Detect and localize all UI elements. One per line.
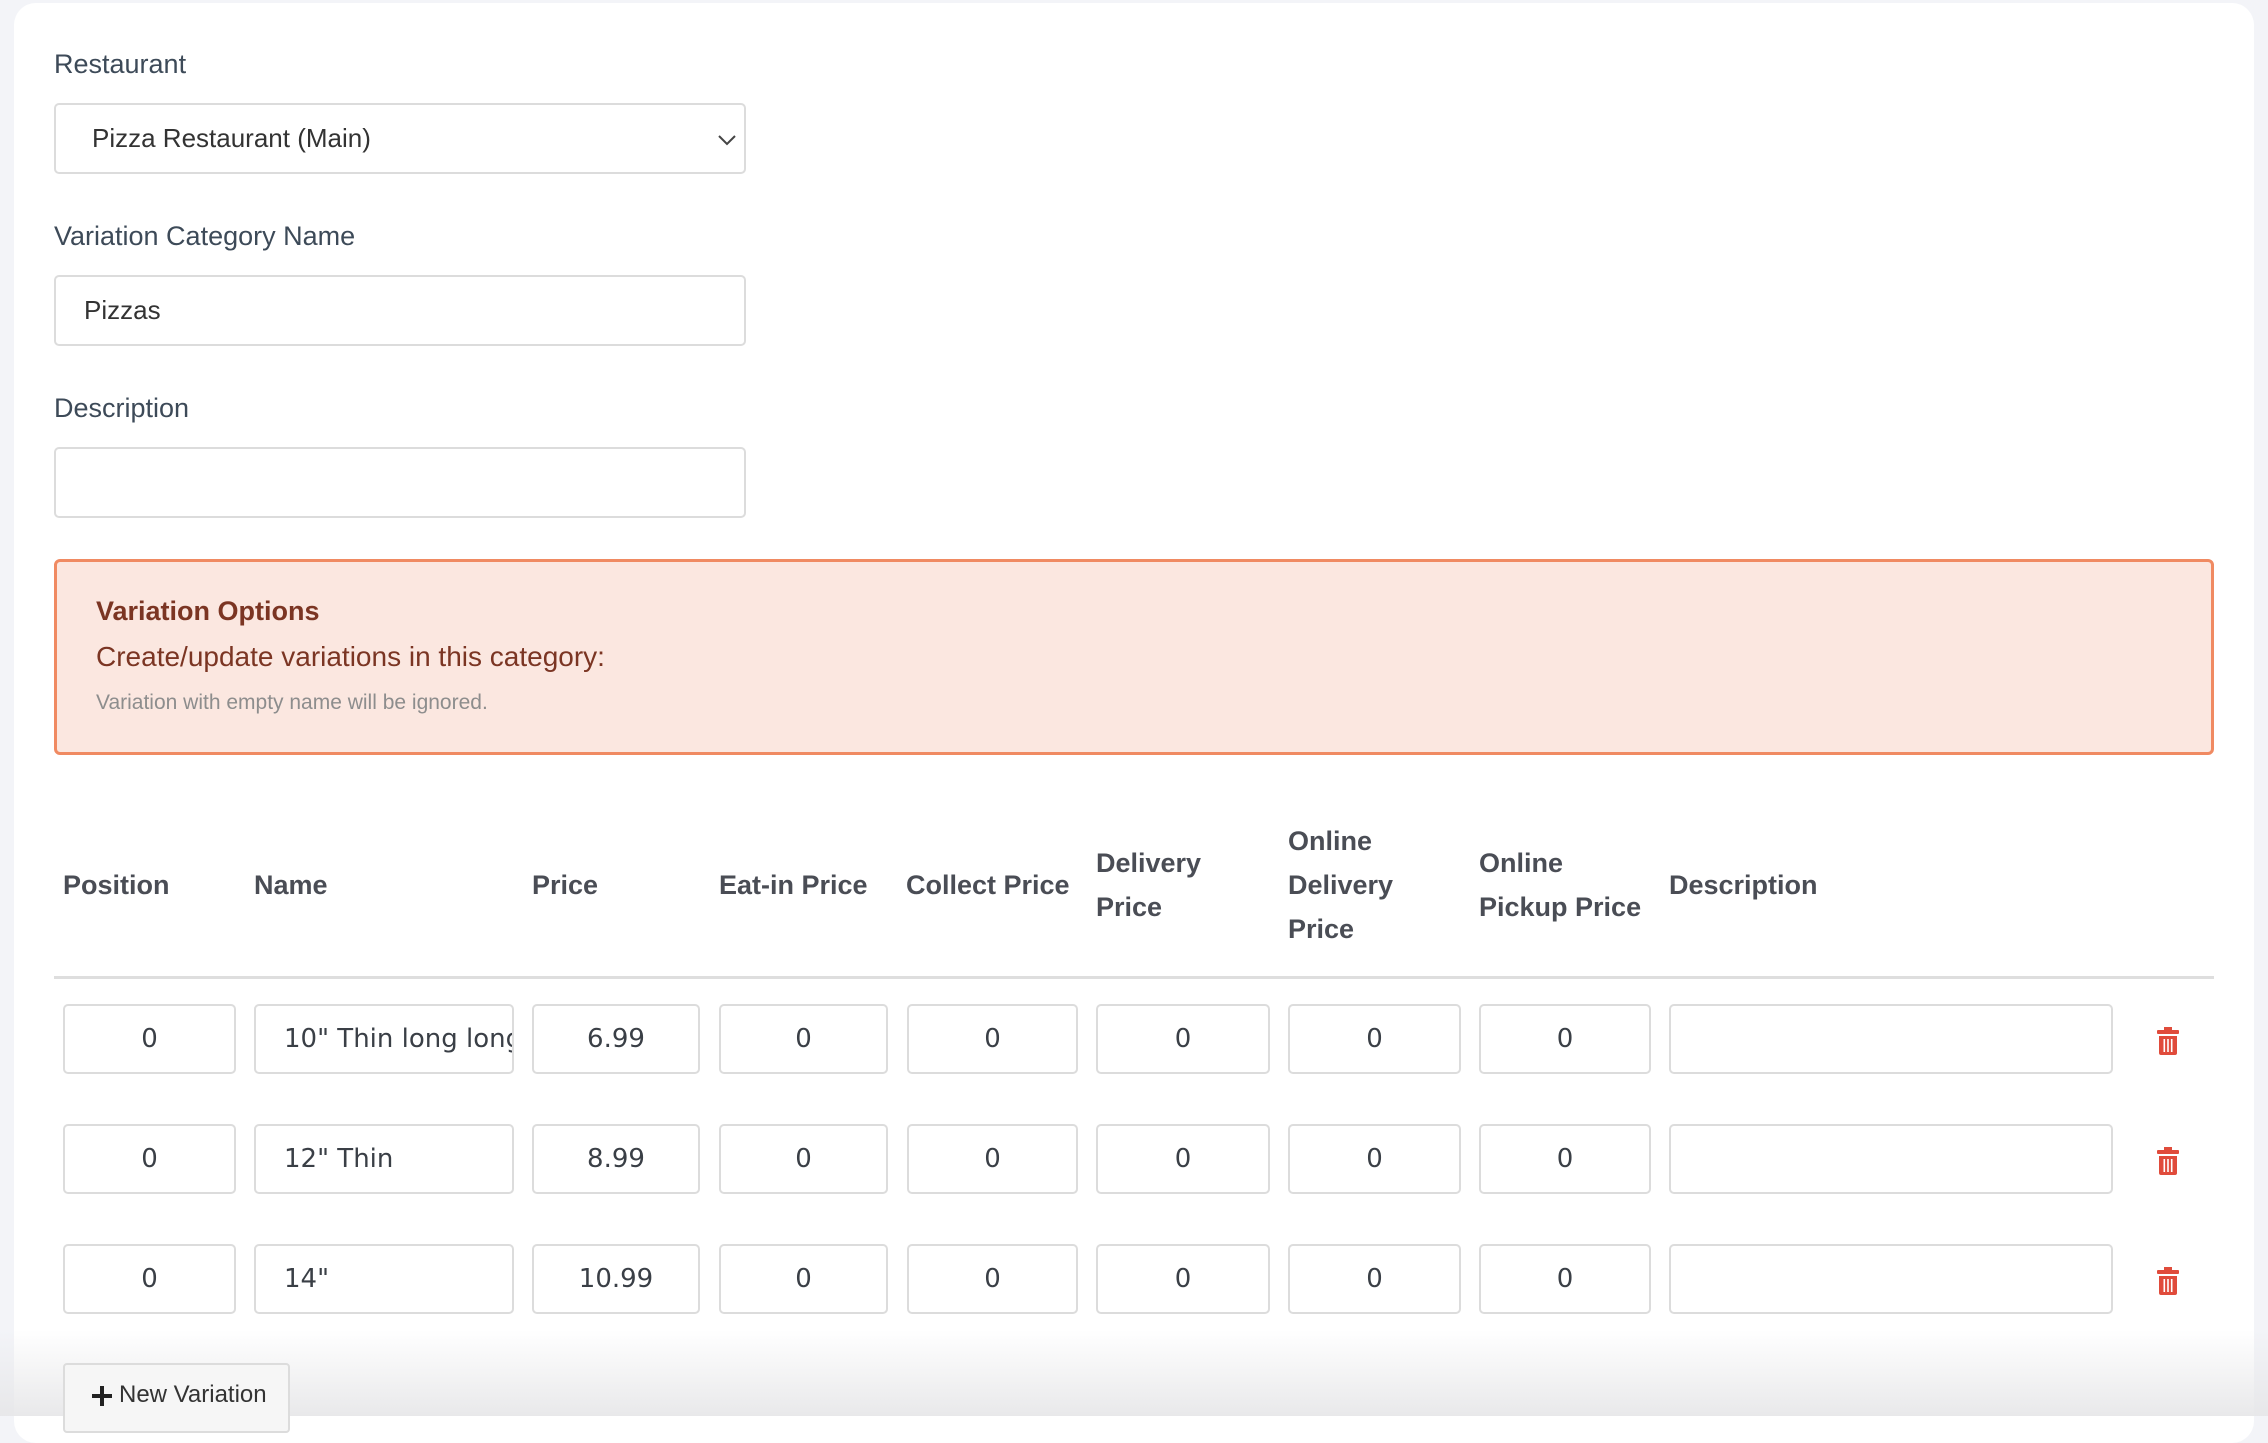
trash-icon[interactable] <box>2155 1266 2181 1296</box>
row-collect-input[interactable]: 0 <box>907 1244 1078 1314</box>
row-name-input[interactable]: 14" <box>254 1244 514 1314</box>
header-online-delivery-line1: Online <box>1288 826 1373 856</box>
header-online-pickup-price: Online Pickup Price <box>1479 841 1641 929</box>
row-online-pickup-input[interactable]: 0 <box>1479 1244 1651 1314</box>
row-price-input[interactable]: 6.99 <box>532 1004 700 1074</box>
row-collect-input[interactable]: 0 <box>907 1124 1078 1194</box>
header-eatin-price: Eat-in Price <box>719 870 868 900</box>
row-online-pickup-input[interactable]: 0 <box>1479 1124 1651 1194</box>
chevron-down-icon <box>718 135 736 146</box>
row-description-input[interactable] <box>1669 1244 2113 1314</box>
row-online-pickup-input[interactable]: 0 <box>1479 1004 1651 1074</box>
row-online-delivery-input[interactable]: 0 <box>1288 1004 1461 1074</box>
trash-icon[interactable] <box>2155 1146 2181 1176</box>
row-collect-input[interactable]: 0 <box>907 1004 1078 1074</box>
table-header-divider <box>54 976 2214 979</box>
new-variation-button[interactable]: New Variation <box>63 1363 290 1433</box>
header-online-delivery-price: Online Delivery Price <box>1288 819 1393 951</box>
category-name-input[interactable] <box>54 275 746 346</box>
row-position-input[interactable]: 0 <box>63 1004 236 1074</box>
alert-subtitle: Create/update variations in this categor… <box>96 641 605 672</box>
variation-options-alert: Variation Options Create/update variatio… <box>54 559 2214 755</box>
description-label: Description <box>54 393 190 423</box>
header-delivery-price: Delivery Price <box>1096 841 1201 929</box>
row-online-delivery-input[interactable]: 0 <box>1288 1124 1461 1194</box>
row-eatin-input[interactable]: 0 <box>719 1124 888 1194</box>
description-input[interactable] <box>54 447 746 518</box>
row-position-input[interactable]: 0 <box>63 1244 236 1314</box>
header-delivery-line2: Price <box>1096 892 1163 922</box>
header-online-pickup-line2: Pickup Price <box>1479 892 1642 922</box>
alert-title: Variation Options <box>96 596 320 626</box>
alert-note: Variation with empty name will be ignore… <box>96 691 488 714</box>
category-name-label: Variation Category Name <box>54 221 356 251</box>
row-description-input[interactable] <box>1669 1124 2113 1194</box>
row-price-input[interactable]: 8.99 <box>532 1124 700 1194</box>
restaurant-select[interactable]: Pizza Restaurant (Main) <box>54 103 746 174</box>
row-eatin-input[interactable]: 0 <box>719 1244 888 1314</box>
header-position: Position <box>63 870 170 900</box>
header-name: Name <box>254 870 328 900</box>
row-price-input[interactable]: 10.99 <box>532 1244 700 1314</box>
restaurant-select-value: Pizza Restaurant (Main) <box>92 123 371 153</box>
row-delivery-input[interactable]: 0 <box>1096 1124 1270 1194</box>
header-delivery-line1: Delivery <box>1096 848 1202 878</box>
plus-icon <box>92 1386 112 1406</box>
row-description-input[interactable] <box>1669 1004 2113 1074</box>
header-online-delivery-line3: Price <box>1288 914 1355 944</box>
header-price: Price <box>532 870 599 900</box>
header-online-pickup-line1: Online <box>1479 848 1564 878</box>
row-name-input[interactable]: 10" Thin long long <box>254 1004 514 1074</box>
header-description: Description <box>1669 870 1818 900</box>
new-variation-label: New Variation <box>119 1381 267 1408</box>
trash-icon[interactable] <box>2155 1026 2181 1056</box>
row-online-delivery-input[interactable]: 0 <box>1288 1244 1461 1314</box>
row-delivery-input[interactable]: 0 <box>1096 1004 1270 1074</box>
restaurant-label: Restaurant <box>54 49 187 79</box>
row-eatin-input[interactable]: 0 <box>719 1004 888 1074</box>
row-delivery-input[interactable]: 0 <box>1096 1244 1270 1314</box>
header-online-delivery-line2: Delivery <box>1288 870 1394 900</box>
row-position-input[interactable]: 0 <box>63 1124 236 1194</box>
row-name-input[interactable]: 12" Thin <box>254 1124 514 1194</box>
header-collect-price: Collect Price <box>906 870 1070 900</box>
